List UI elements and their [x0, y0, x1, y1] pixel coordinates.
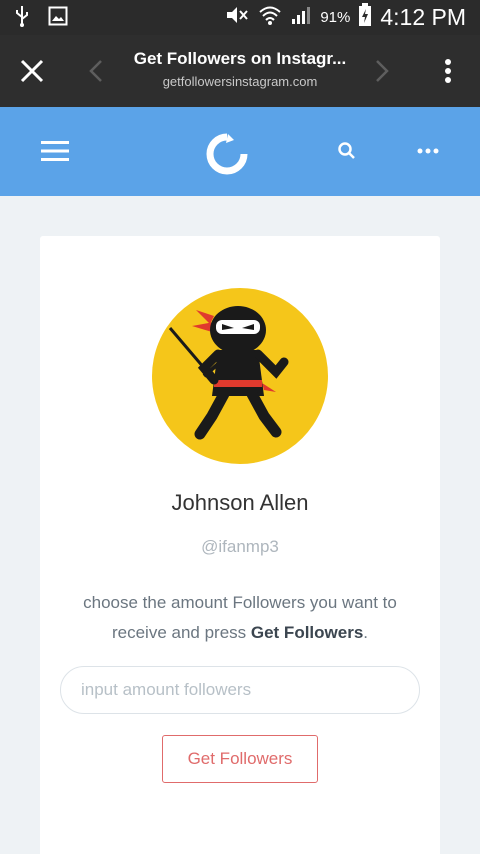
- profile-card: Johnson Allen @ifanmp3 choose the amount…: [40, 236, 440, 854]
- profile-name: Johnson Allen: [171, 490, 309, 515]
- close-icon[interactable]: [18, 57, 46, 85]
- amount-followers-input[interactable]: [60, 666, 420, 714]
- signal-icon: [290, 4, 312, 31]
- status-bar: 91% 4:12 PM: [0, 0, 480, 35]
- back-arrow-icon[interactable]: [86, 57, 106, 85]
- page-title: Get Followers on Instagr...: [133, 49, 347, 68]
- profile-handle: @ifanmp3: [201, 537, 279, 556]
- battery-percent: 91%: [320, 9, 351, 26]
- overflow-menu-icon[interactable]: [438, 57, 458, 85]
- clock: 4:12 PM: [380, 4, 466, 30]
- page-title-block: Get Followers on Instagr... getfollowers…: [118, 49, 362, 89]
- site-header: [0, 107, 480, 196]
- get-followers-button[interactable]: Get Followers: [162, 735, 318, 783]
- wifi-icon: [258, 4, 282, 31]
- instructions-suffix: .: [363, 623, 369, 642]
- forward-arrow-icon[interactable]: [372, 57, 392, 85]
- more-dots-icon[interactable]: [414, 140, 442, 162]
- battery-charging-icon: [358, 3, 372, 32]
- usb-icon: [14, 5, 30, 32]
- instructions-text: choose the amount Followers you want to …: [60, 588, 420, 648]
- gallery-icon: [48, 6, 68, 31]
- search-icon[interactable]: [336, 140, 358, 162]
- logo-icon[interactable]: [204, 131, 250, 177]
- mute-icon: [224, 4, 250, 31]
- ninja-avatar-icon: [152, 288, 328, 464]
- browser-toolbar: Get Followers on Instagr... getfollowers…: [0, 35, 480, 107]
- page-url: getfollowersinstagram.com: [162, 74, 318, 89]
- hamburger-menu-icon[interactable]: [40, 138, 70, 164]
- instructions-bold: Get Followers: [250, 623, 364, 642]
